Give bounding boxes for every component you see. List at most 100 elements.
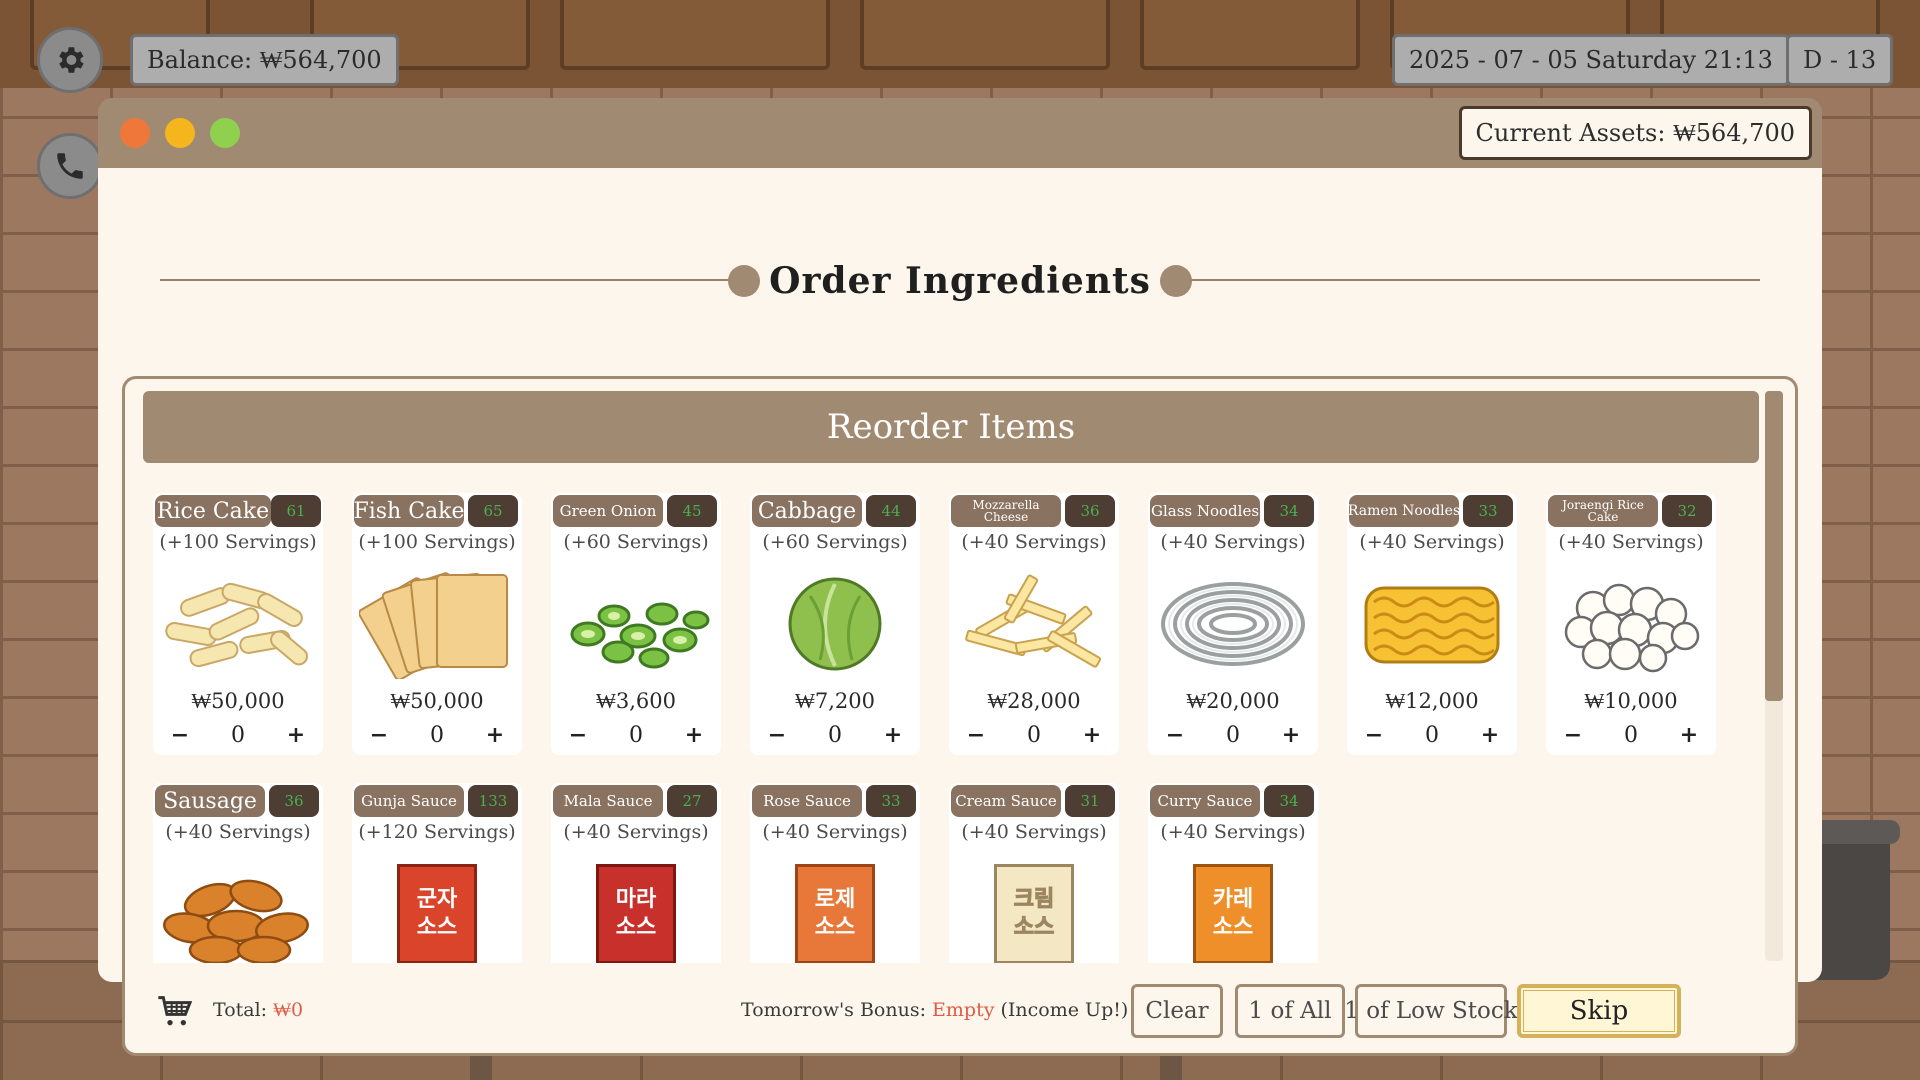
packet-label: 소스 [416,915,458,940]
mala-sauce-icon: 마라 소스 [551,859,721,963]
increase-button[interactable]: + [281,722,311,748]
packet-label: 카레 [1212,887,1254,912]
quantity-stepper: − 0 + [1546,719,1716,751]
decrease-button[interactable]: − [165,722,195,748]
ingredient-card: Fish Cake 65 (+100 Servings) ₩50,000 − 0… [352,493,522,755]
order-ingredients-window: Current Assets: ₩564,700 Order Ingredien… [98,98,1822,1056]
one-of-all-button[interactable]: 1 of All [1235,984,1345,1038]
increase-button[interactable]: + [1077,722,1107,748]
ingredient-card: Sausage 36 (+40 Servings) [153,783,323,963]
quantity-value: 0 [1425,722,1439,748]
stock-count: 36 [1065,495,1115,527]
phone-icon [57,153,83,179]
ingredient-name: Mala Sauce [553,785,663,817]
one-of-all-label: 1 of All [1248,998,1332,1024]
clear-button[interactable]: Clear [1131,984,1223,1038]
decrease-button[interactable]: − [762,722,792,748]
ingredient-name: Cream Sauce [951,785,1061,817]
one-of-low-stock-button[interactable]: 1 of Low Stock [1344,984,1518,1038]
sauce-packet: 로제 소스 [795,864,875,963]
quantity-value: 0 [430,722,444,748]
rice-cake-icon [153,569,323,679]
servings-label: (+40 Servings) [1359,531,1505,553]
scrollbar-thumb[interactable] [1765,391,1783,701]
decrease-button[interactable]: − [1359,722,1389,748]
glass-noodles-icon [1148,569,1318,679]
rose-sauce-icon: 로제 소스 [750,859,920,963]
ingredient-name: Gunja Sauce [354,785,464,817]
decrease-button[interactable]: − [961,722,991,748]
ingredient-name: Green Onion [553,495,663,527]
ingredient-price: ₩50,000 [191,689,285,713]
panel-scrollbar[interactable] [1765,391,1783,961]
stock-count: 33 [866,785,916,817]
quantity-stepper: − 0 + [551,719,721,751]
ingredient-price: ₩20,000 [1186,689,1280,713]
stock-count: 31 [1065,785,1115,817]
increase-button[interactable]: + [1674,722,1704,748]
ingredient-price: ₩50,000 [390,689,484,713]
ingredient-name: Fish Cake [353,495,465,527]
packet-label: 마라 [615,887,657,912]
current-assets-text: Current Assets: ₩564,700 [1475,118,1795,147]
ingredient-card: Glass Noodles 34 (+40 Servings) ₩20,000 … [1148,493,1318,755]
decrease-button[interactable]: − [1558,722,1588,748]
ingredient-card: Curry Sauce 34 (+40 Servings) 카레 소스 [1148,783,1318,963]
stock-count: 32 [1662,495,1712,527]
ingredient-card: Ramen Noodles 33 (+40 Servings) ₩12,000 … [1347,493,1517,755]
ingredient-price: ₩10,000 [1584,689,1678,713]
quantity-stepper: − 0 + [153,719,323,751]
ingredient-card: Green Onion 45 (+60 Servings) ₩3,600 − 0… [551,493,721,755]
increase-button[interactable]: + [1475,722,1505,748]
sausage-icon [153,859,323,963]
skip-button[interactable]: Skip [1517,984,1681,1038]
reorder-items-header: Reorder Items [143,391,1759,463]
decrease-button[interactable]: − [1160,722,1190,748]
increase-button[interactable]: + [1276,722,1306,748]
ingredient-card: Rice Cake 61 (+100 Servings) ₩50,000 − 0… [153,493,323,755]
ingredient-grid: Rice Cake 61 (+100 Servings) ₩50,000 − 0… [125,463,1761,963]
increase-button[interactable]: + [878,722,908,748]
servings-label: (+120 Servings) [358,821,516,843]
tomorrow-bonus: Tomorrow's Bonus: Empty (Income Up!) [741,999,1128,1021]
ingredient-name: Joraengi Rice Cake [1548,495,1658,527]
datetime-display: 2025 - 07 - 05 Saturday 21:13 [1392,34,1790,86]
increase-button[interactable]: + [679,722,709,748]
bonus-value: Empty [932,999,995,1021]
day-counter-text: D - 13 [1803,46,1877,74]
fish-cake-icon [352,569,522,679]
total-value: ₩0 [273,999,304,1021]
quantity-stepper: − 0 + [1347,719,1517,751]
ingredient-name: Ramen Noodles [1348,495,1460,527]
window-content: Order Ingredients Reorder Items Rice Cak… [98,168,1822,1056]
window-close-dot[interactable] [120,118,150,148]
ingredient-name: Rose Sauce [752,785,862,817]
ingredient-card: Rose Sauce 33 (+40 Servings) 로제 소스 [750,783,920,963]
gunja-sauce-icon: 군자 소스 [352,859,522,963]
packet-label: 로제 [814,887,856,912]
cart-icon [155,991,195,1031]
window-minimize-dot[interactable] [165,118,195,148]
decrease-button[interactable]: − [364,722,394,748]
window-maximize-dot[interactable] [210,118,240,148]
settings-button[interactable] [37,27,103,93]
servings-label: (+40 Servings) [1160,531,1306,553]
sauce-packet: 군자 소스 [397,864,477,963]
gear-icon [59,47,84,73]
servings-label: (+40 Servings) [1558,531,1704,553]
servings-label: (+40 Servings) [961,821,1107,843]
stock-count: 45 [667,495,717,527]
phone-button[interactable] [37,133,103,199]
decrease-button[interactable]: − [563,722,593,748]
packet-label: 소스 [1013,915,1055,941]
ingredient-price: ₩12,000 [1385,689,1479,713]
packet-label: 소스 [615,915,657,940]
quantity-value: 0 [828,722,842,748]
ingredient-card: Mala Sauce 27 (+40 Servings) 마라 소스 [551,783,721,963]
joraengi-rice-cake-icon [1546,569,1716,679]
sauce-packet: 크림 소스 [994,864,1074,963]
stock-count: 44 [866,495,916,527]
ingredient-card: Cream Sauce 31 (+40 Servings) 크림 소스 [949,783,1119,963]
increase-button[interactable]: + [480,722,510,748]
curry-sauce-icon: 카레 소스 [1148,859,1318,963]
